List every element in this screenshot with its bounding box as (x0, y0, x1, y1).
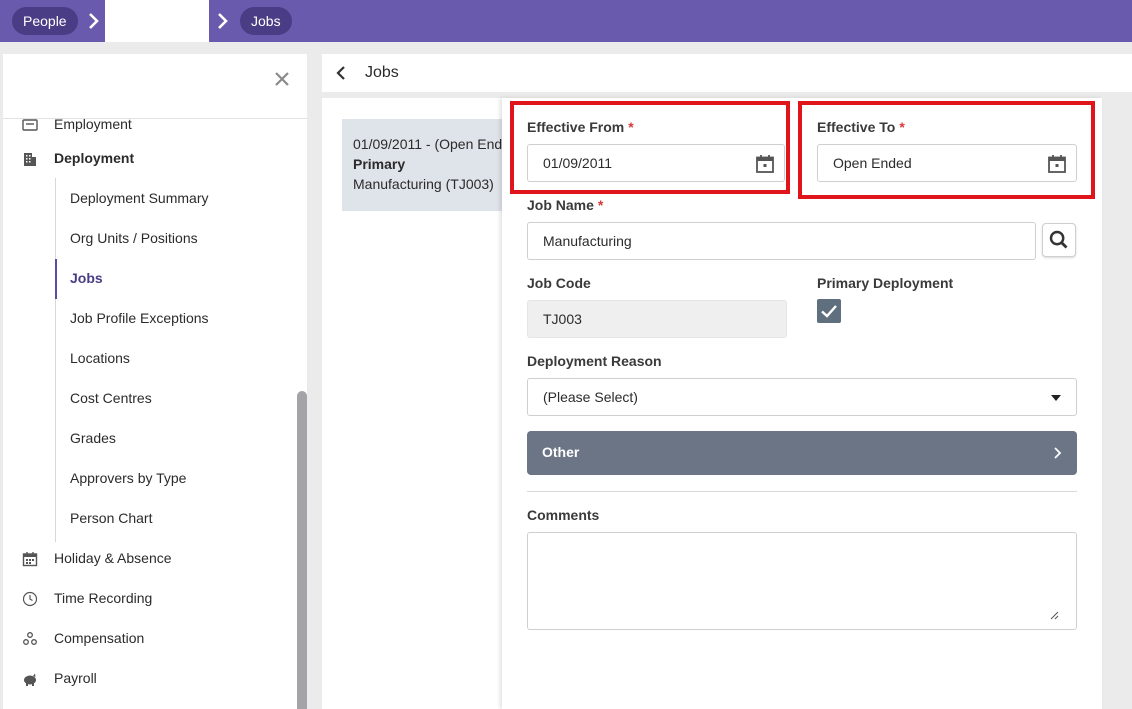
calendar-icon (22, 552, 38, 567)
chevron-right-icon (1054, 447, 1062, 459)
back-icon[interactable] (332, 64, 350, 82)
label-text: Effective From (527, 119, 625, 135)
deployment-reason-select[interactable]: (Please Select) (527, 378, 1077, 416)
subitem-label: Grades (70, 430, 116, 446)
record-job: Manufacturing (TJ003) (353, 176, 494, 192)
divider (527, 491, 1077, 492)
close-icon[interactable] (271, 68, 293, 90)
sidebar-item-time-recording[interactable]: Time Recording (3, 579, 307, 619)
calendar-icon[interactable] (755, 154, 775, 174)
clock-icon (22, 591, 38, 607)
job-search-button[interactable] (1042, 223, 1076, 257)
sidebar-subitem-org-units[interactable]: Org Units / Positions (55, 219, 305, 259)
sidebar-subitem-person-chart[interactable]: Person Chart (55, 499, 305, 539)
job-code-label: Job Code (527, 275, 591, 291)
label-text: Effective To (817, 119, 896, 135)
page-header: Jobs (322, 54, 1132, 92)
divider (3, 118, 307, 119)
job-code-value: TJ003 (543, 311, 582, 327)
deployment-reason-value: (Please Select) (543, 389, 638, 405)
effective-to-value: Open Ended (833, 155, 912, 171)
subitem-label: Jobs (70, 270, 103, 286)
primary-deployment-label: Primary Deployment (817, 275, 954, 291)
subitem-label: Cost Centres (70, 390, 152, 406)
sidebar-subitem-approvers-by-type[interactable]: Approvers by Type (55, 459, 305, 499)
record-type: Primary (353, 156, 406, 172)
sidebar-subitem-locations[interactable]: Locations (55, 339, 305, 379)
job-form-panel: Effective From * 01/09/2011 Effective To *… (502, 98, 1102, 709)
required-marker: * (597, 197, 604, 213)
sidebar-item-label: Deployment (54, 150, 135, 166)
job-name-input[interactable]: Manufacturing (527, 222, 1036, 260)
comments-textarea[interactable] (527, 532, 1077, 630)
deployment-record-card[interactable]: 01/09/2011 - (Open Ended) Primary Manufa… (342, 119, 512, 211)
subitem-label: Org Units / Positions (70, 230, 198, 246)
sidebar-subitem-job-profile-exceptions[interactable]: Job Profile Exceptions (55, 299, 305, 339)
sidebar-item-payroll[interactable]: Payroll (3, 659, 307, 699)
breadcrumb-blank (105, 0, 209, 42)
record-dates: 01/09/2011 - (Open Ended) (353, 136, 512, 152)
calendar-icon[interactable] (1047, 154, 1067, 174)
effective-from-value: 01/09/2011 (543, 155, 613, 171)
subitem-label: Person Chart (70, 510, 153, 526)
breadcrumb-people[interactable]: People (12, 7, 78, 35)
effective-to-input[interactable]: Open Ended (817, 144, 1077, 182)
required-marker: * (628, 119, 634, 135)
page-title: Jobs (365, 64, 399, 81)
chevron-right-icon (89, 13, 99, 29)
effective-from-label: Effective From * (527, 119, 634, 135)
sidebar-subitem-grades[interactable]: Grades (55, 419, 305, 459)
sidebar-item-holiday-absence[interactable]: Holiday & Absence (3, 539, 307, 579)
subitem-label: Approvers by Type (70, 470, 187, 486)
chevron-right-icon (218, 13, 228, 29)
job-name-label: Job Name * (527, 197, 603, 213)
sidebar-subitem-deployment-summary[interactable]: Deployment Summary (55, 179, 305, 219)
coins-icon (23, 632, 37, 645)
effective-from-input[interactable]: 01/09/2011 (527, 144, 785, 182)
sidebar-subitem-cost-centres[interactable]: Cost Centres (55, 379, 305, 419)
required-marker: * (899, 119, 905, 135)
subitem-label: Job Profile Exceptions (70, 310, 209, 326)
other-accordion-label: Other (542, 444, 580, 460)
checkmark-icon (821, 305, 837, 318)
search-icon (1049, 230, 1068, 249)
job-code-input: TJ003 (527, 300, 787, 338)
sidebar-item-label: Payroll (54, 670, 97, 686)
sidebar-scrollbar[interactable] (297, 391, 307, 709)
top-bar: People Jobs (0, 0, 1132, 42)
effective-to-label: Effective To * (817, 119, 905, 135)
piggy-bank-icon (24, 673, 36, 686)
job-name-value: Manufacturing (543, 233, 632, 249)
caret-down-icon (1051, 395, 1061, 401)
other-accordion[interactable]: Other (527, 431, 1077, 475)
subitem-label: Deployment Summary (70, 190, 209, 206)
sidebar-subitem-jobs[interactable]: Jobs (55, 259, 305, 299)
id-card-icon (22, 119, 38, 131)
building-icon (24, 153, 36, 166)
sidebar-item-label: Compensation (54, 630, 145, 646)
resize-handle-icon[interactable] (1049, 610, 1059, 620)
label-text: Job Name (527, 197, 594, 213)
subitem-label: Locations (70, 350, 130, 366)
sidebar-item-compensation[interactable]: Compensation (3, 619, 307, 659)
sidebar-item-label: Time Recording (54, 590, 153, 606)
sidebar-item-deployment[interactable]: Deployment (3, 139, 307, 179)
sidebar-item-label: Holiday & Absence (54, 550, 172, 566)
sidebar: Employment Deployment Deployment Summary… (3, 54, 307, 709)
comments-label: Comments (527, 507, 600, 523)
primary-deployment-checkbox[interactable] (817, 299, 841, 323)
deployment-reason-label: Deployment Reason (527, 353, 662, 369)
breadcrumb-jobs[interactable]: Jobs (240, 7, 292, 35)
